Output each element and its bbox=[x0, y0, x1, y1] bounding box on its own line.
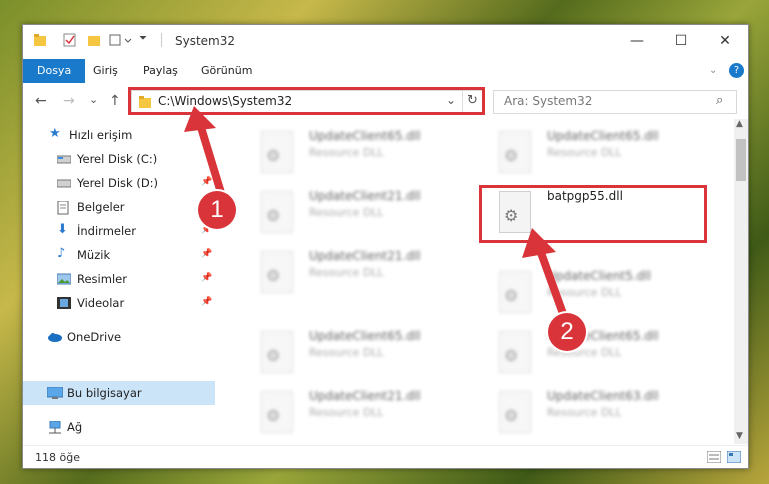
annotation-arrows bbox=[184, 106, 570, 326]
arrow-2 bbox=[536, 246, 570, 326]
arrow-1-head bbox=[184, 106, 216, 132]
arrow-2-head bbox=[522, 228, 556, 258]
arrow-1 bbox=[196, 120, 226, 200]
callout-2: 2 bbox=[548, 313, 586, 351]
callout-1: 1 bbox=[198, 191, 236, 229]
